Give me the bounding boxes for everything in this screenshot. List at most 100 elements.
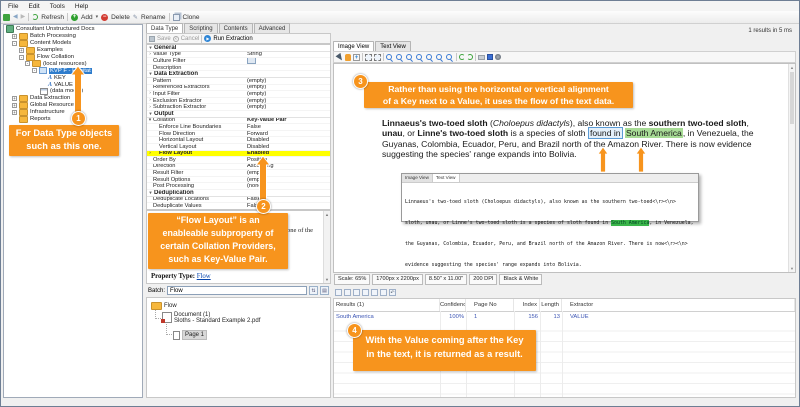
tree-item-batch-processing[interactable]: + Batch Processing [4, 33, 142, 40]
tab-image-view[interactable]: Image View [333, 41, 374, 51]
region-tool-icon[interactable]: + [353, 54, 360, 61]
tree-item-examples[interactable]: + Examples [4, 47, 142, 54]
menu-file[interactable]: File [3, 3, 23, 10]
tree-item-flow-collation[interactable]: - Flow Collation [4, 54, 142, 61]
zoom-fit-icon[interactable] [416, 54, 422, 60]
property-row-input-filter[interactable]: › Input Filter (empty) [147, 91, 330, 98]
property-row-value-type[interactable]: › Value Type String [147, 52, 330, 59]
batch-view-icon[interactable]: ▤ [320, 286, 329, 295]
col-results[interactable]: Results (1) [334, 299, 440, 311]
print-icon[interactable] [478, 55, 485, 60]
results-grid-icon[interactable] [335, 289, 342, 296]
zoom-in-icon[interactable] [386, 54, 392, 60]
property-row-enforce-line-boundaries[interactable]: Enforce Line Boundaries False [147, 124, 330, 131]
section-deduplication[interactable]: ▾ Deduplication [147, 190, 330, 197]
back-icon[interactable]: ◀ [13, 13, 18, 21]
scroll-up-icon[interactable]: ▲ [324, 212, 330, 217]
run-extraction-button[interactable]: Run Extraction [213, 36, 252, 42]
expand-icon[interactable]: + [19, 48, 24, 53]
expand-icon[interactable]: + [12, 34, 17, 39]
batch-filter-icon[interactable]: ⇅ [309, 286, 318, 295]
tab-text-view[interactable]: Text View [375, 41, 411, 51]
scroll-up-icon[interactable]: ▲ [790, 65, 794, 70]
scrollbar-thumb[interactable] [790, 72, 794, 124]
tab-scripting[interactable]: Scripting [184, 23, 217, 33]
property-row-collation[interactable]: ▾ Collation Key-Value Pair [147, 118, 330, 125]
description-scrollbar[interactable]: ▲ ▼ [323, 211, 330, 283]
scroll-down-icon[interactable]: ▼ [790, 266, 794, 271]
section-output[interactable]: ▾ Output [147, 111, 330, 118]
rename-button[interactable]: Rename [141, 14, 166, 21]
zoom-dynamic-icon[interactable] [374, 54, 381, 61]
scroll-down-icon[interactable]: ▼ [324, 277, 330, 282]
property-row-flow-direction[interactable]: Flow Direction Forward [147, 131, 330, 138]
zoom-100-icon[interactable] [406, 54, 412, 60]
batch-root-item[interactable]: Flow [151, 302, 177, 310]
zoom-width-icon[interactable] [426, 54, 432, 60]
property-row-deduplicate-values[interactable]: Deduplicate Values False [147, 203, 330, 210]
batch-selector[interactable]: Flow [167, 286, 307, 295]
property-row-deduplicate-locations[interactable]: Deduplicate Locations False [147, 197, 330, 204]
collapse-icon[interactable]: - [12, 41, 17, 46]
tab-data-type[interactable]: Data Type [146, 23, 183, 33]
section-general[interactable]: ▾ General [147, 45, 330, 52]
col-confidence[interactable]: Confidence [440, 299, 466, 311]
zoom-height-icon[interactable] [436, 54, 442, 60]
tab-advanced[interactable]: Advanced [254, 23, 291, 33]
tree-item-content-models[interactable]: - Content Models [4, 40, 142, 47]
save-button[interactable]: Save [157, 36, 171, 42]
collapse-icon[interactable]: - [19, 55, 24, 60]
add-button[interactable]: Add [81, 14, 93, 21]
results-expand-icon[interactable] [344, 289, 351, 296]
delete-button[interactable]: Delete [111, 14, 130, 21]
zoom-selection-icon[interactable] [446, 54, 452, 60]
document-scrollbar[interactable]: ▲ ▼ [788, 64, 795, 272]
property-type-link[interactable]: Flow [197, 273, 211, 280]
batch-page-item[interactable]: Page 1 [173, 330, 207, 340]
zoom-out-icon[interactable] [396, 54, 402, 60]
col-page-no[interactable]: Page No [466, 299, 514, 311]
property-row-vertical-layout[interactable]: Vertical Layout Disabled [147, 144, 330, 151]
forward-icon[interactable]: ▶ [21, 13, 26, 21]
rotate-ccw-icon[interactable] [459, 54, 465, 60]
pan-tool-icon[interactable] [345, 54, 351, 61]
property-row-exclusion-extractor[interactable]: › Exclusion Extractor (empty) [147, 98, 330, 105]
collapse-icon[interactable]: - [25, 61, 30, 66]
results-refresh-icon[interactable] [380, 289, 387, 296]
menu-tools[interactable]: Tools [45, 3, 70, 10]
property-row-pattern[interactable]: Pattern (empty) [147, 78, 330, 85]
batch-document-item[interactable]: Document (1) Sloths - Standard Example 2… [162, 312, 260, 324]
menu-edit[interactable]: Edit [23, 3, 44, 10]
results-copy-icon[interactable] [362, 289, 369, 296]
results-undo-icon[interactable]: ↶ [389, 289, 396, 296]
cancel-button[interactable]: Cancel [181, 36, 200, 42]
add-dropdown-icon[interactable]: ▾ [96, 14, 99, 20]
property-row-result-options[interactable]: Result Options (empty) [147, 177, 330, 184]
save-image-icon[interactable] [487, 54, 493, 60]
property-row-flow-layout[interactable]: › Flow Layout Enabled [147, 151, 330, 158]
expand-icon[interactable]: + [12, 110, 17, 115]
rotate-cw-icon[interactable] [467, 54, 473, 60]
property-row-culture-filter[interactable]: Culture Filter [147, 58, 330, 65]
refresh-button[interactable]: Refresh [41, 14, 64, 21]
zoom-rect-icon[interactable] [365, 54, 372, 61]
select-tool-icon[interactable] [336, 52, 345, 61]
viewer-settings-icon[interactable] [495, 54, 501, 60]
col-length[interactable]: Length [540, 299, 562, 311]
property-row-horizontal-layout[interactable]: Horizontal Layout Disabled [147, 137, 330, 144]
collapse-icon[interactable]: - [32, 68, 37, 73]
property-row-description[interactable]: Description [147, 65, 330, 72]
property-row-result-filter[interactable]: Result Filter (empty) [147, 170, 330, 177]
property-row-referenced-extractors[interactable]: Referenced Extractors (empty) [147, 85, 330, 92]
property-row-post-processing[interactable]: Post Processing (none) [147, 183, 330, 190]
tree-item-root[interactable]: Consultant Unstructured Docs [4, 26, 142, 33]
property-row-direction[interactable]: Direction Ascending [147, 164, 330, 171]
expand-icon[interactable]: + [12, 103, 17, 108]
col-index[interactable]: Index [514, 299, 540, 311]
col-extractor[interactable]: Extractor [562, 299, 795, 311]
results-export-icon[interactable] [371, 289, 378, 296]
tab-contents[interactable]: Contents [219, 23, 253, 33]
clone-button[interactable]: Clone [183, 14, 200, 21]
section-data-extraction[interactable]: ▾ Data Extraction [147, 71, 330, 78]
property-row-order-by[interactable]: Order By Position [147, 157, 330, 164]
